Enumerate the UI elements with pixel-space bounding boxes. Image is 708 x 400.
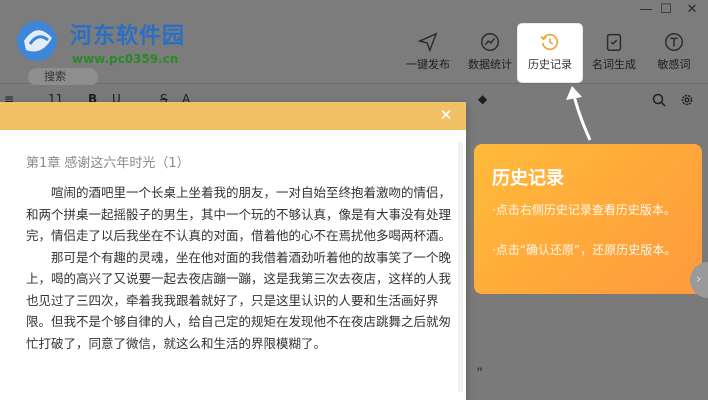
chapter-title: 第1章 感谢这六年时光（1） bbox=[26, 156, 190, 171]
chapter-preview-dialog: ✕ 第1章 感谢这六年时光（1） 喧闹的酒吧里一个长桌上坐着我的朋友，一对自始至… bbox=[0, 102, 466, 400]
search-box[interactable]: 搜索 bbox=[28, 68, 98, 86]
toolbar-noun-button[interactable]: 名词生成 bbox=[582, 22, 646, 84]
toolbar-history-button[interactable]: 历史记录 bbox=[518, 24, 582, 82]
eraser-icon[interactable]: ◆ bbox=[478, 92, 487, 106]
guide-arrow-icon bbox=[566, 86, 592, 141]
toolbar-publish-button[interactable]: 一键发布 bbox=[396, 22, 460, 84]
dialog-header: ✕ bbox=[0, 102, 466, 130]
chapter-paragraph: 那可是个有趣的灵魂，坐在他对面的我借着酒劲听着他的故事笑了一个晚上，喝的高兴了又… bbox=[26, 249, 452, 351]
history-clock-icon bbox=[540, 33, 559, 51]
tooltip-title: 历史记录 bbox=[492, 168, 564, 189]
paper-plane-icon bbox=[417, 32, 438, 53]
chapter-paragraph: 喧闹的酒吧里一个长桌上坐着我的朋友，一对自始至终抱着激吻的情侣，和两个拼桌一起摇… bbox=[26, 185, 452, 243]
tooltip-line: ·点击右侧历史记录查看历史版本。 bbox=[492, 203, 676, 217]
toolbar-stats-button[interactable]: 数据统计 bbox=[458, 22, 522, 84]
maximize-button[interactable]: ☐ bbox=[656, 2, 676, 17]
toolbar-publish-label: 一键发布 bbox=[406, 58, 450, 71]
search-label: 搜索 bbox=[44, 70, 66, 83]
chart-icon bbox=[481, 33, 499, 51]
dialog-scrollbar[interactable] bbox=[458, 142, 463, 392]
toolbar-stats-label: 数据统计 bbox=[468, 58, 512, 71]
toolbar-sensitive-button[interactable]: 敏感词 bbox=[642, 22, 706, 84]
close-window-button[interactable]: ✕ bbox=[682, 2, 702, 17]
history-tooltip: 历史记录 ·点击右侧历史记录查看历史版本。 ·点击“确认还原”，还原历史版本。 bbox=[474, 144, 702, 294]
watermark-logo-icon bbox=[17, 21, 57, 61]
t-sensitive-icon bbox=[665, 33, 683, 51]
minimize-button[interactable]: — bbox=[636, 2, 656, 17]
toolbar-history-label: 历史记录 bbox=[528, 58, 572, 71]
gear-icon[interactable] bbox=[680, 93, 694, 107]
tooltip-line: ·点击“确认还原”，还原历史版本。 bbox=[492, 243, 677, 257]
watermark-url: www.pc0359.cn bbox=[72, 52, 179, 66]
search-icon[interactable] bbox=[652, 93, 666, 107]
watermark-title: 河东软件园 bbox=[70, 23, 186, 49]
chapter-body: 喧闹的酒吧里一个长桌上坐着我的朋友，一对自始至终抱着激吻的情侣，和两个拼桌一起摇… bbox=[26, 182, 452, 354]
toolbar-sensitive-label: 敏感词 bbox=[657, 58, 691, 71]
toolbar-noun-label: 名词生成 bbox=[592, 58, 636, 71]
close-icon[interactable]: ✕ bbox=[438, 107, 454, 123]
checklist-icon bbox=[606, 33, 622, 51]
watermark: 河东软件园 www.pc0359.cn bbox=[8, 8, 208, 68]
editor-stray-text: ” bbox=[476, 366, 484, 382]
